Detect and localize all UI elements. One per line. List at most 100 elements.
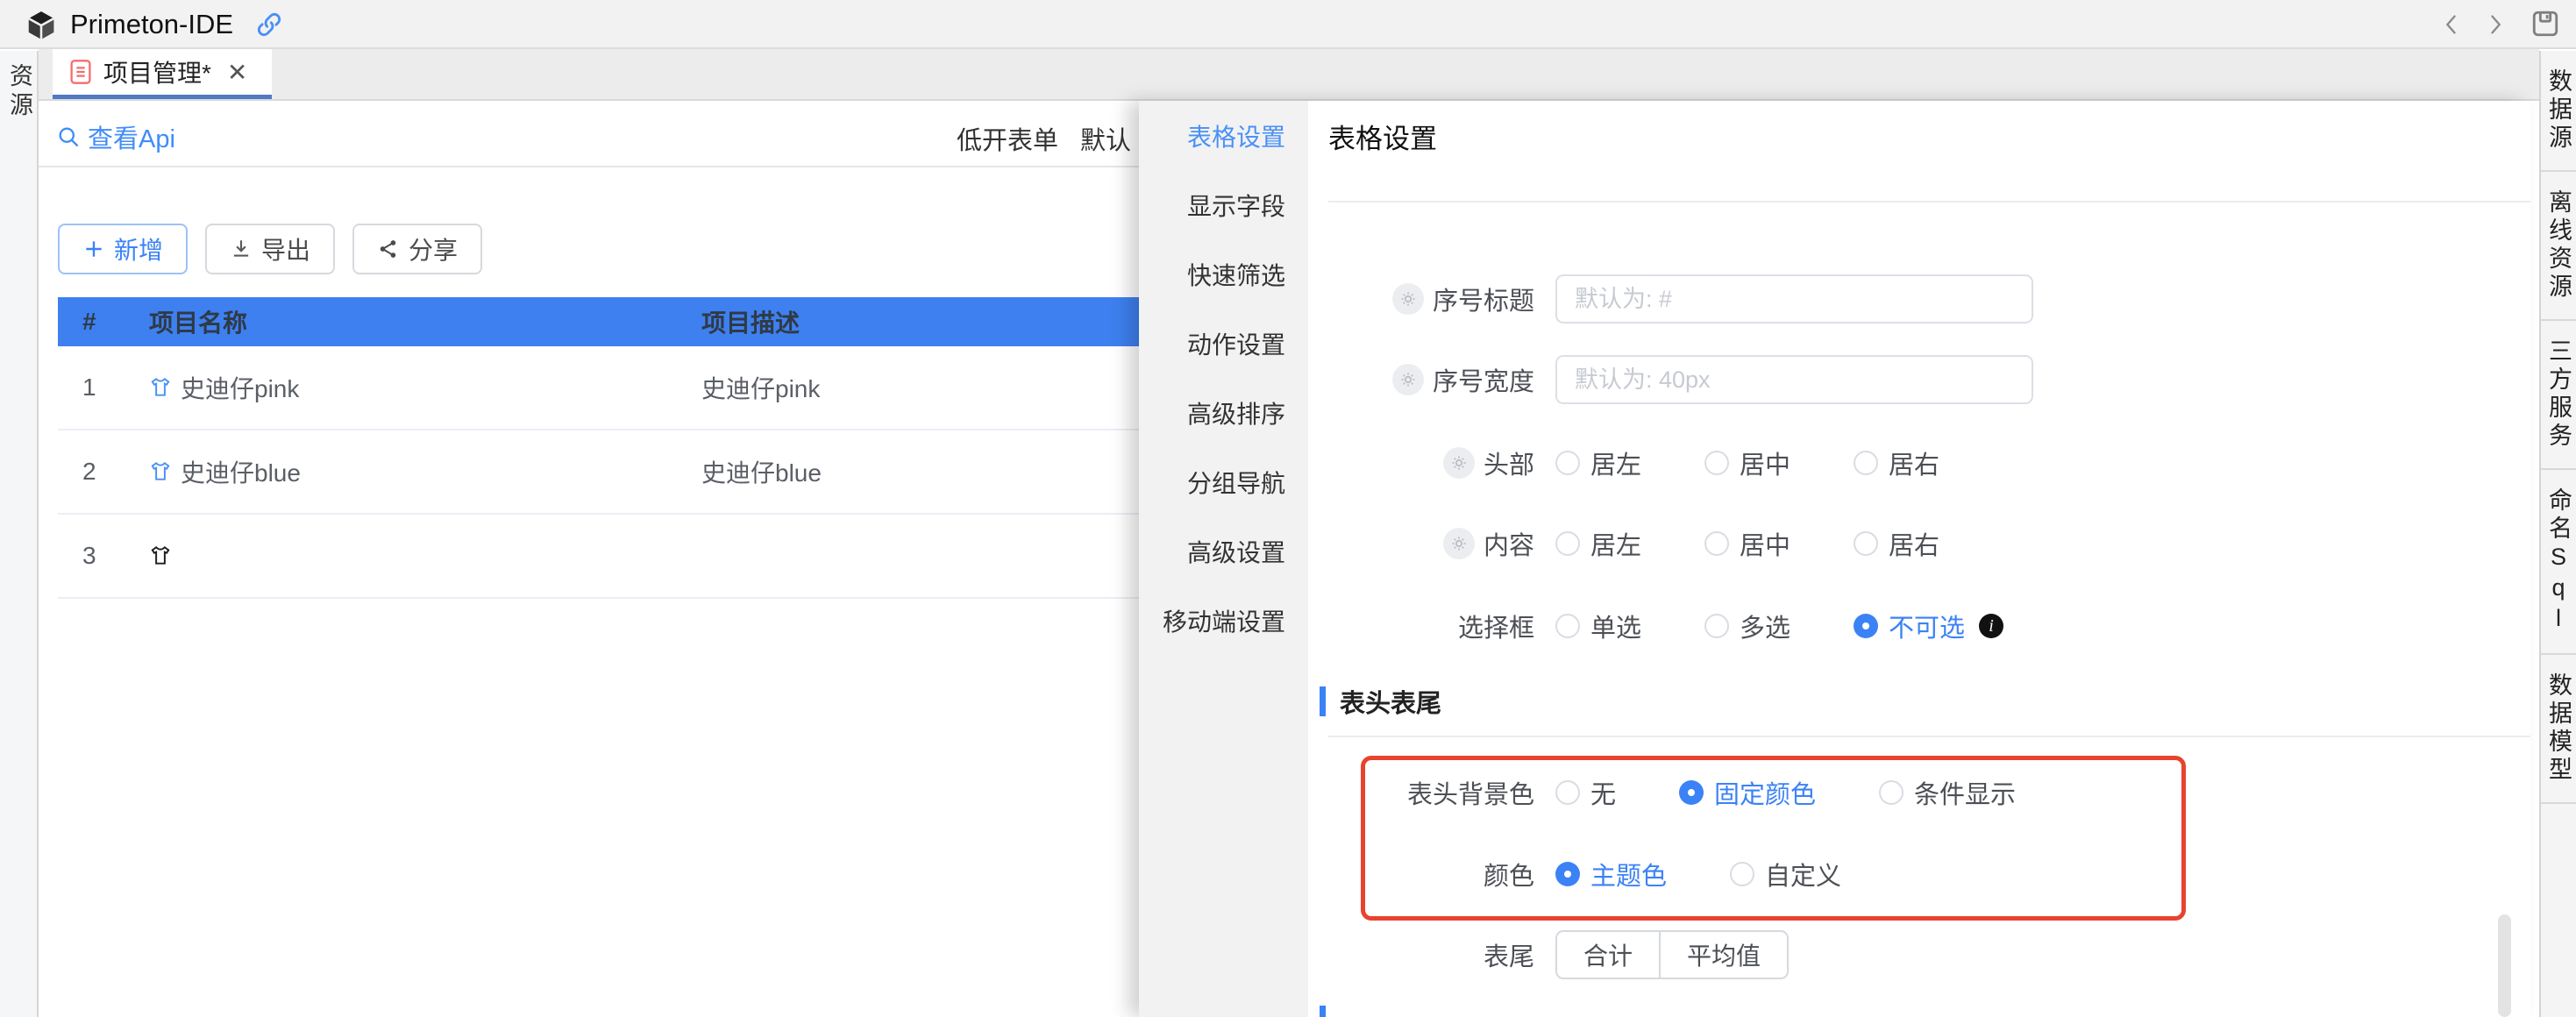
serial-title-input[interactable] (1555, 274, 2033, 324)
tab-label: 项目管理* (103, 54, 211, 89)
radio-option-multi[interactable]: 多选 (1704, 608, 1790, 644)
table-row[interactable]: 1 史迪仔pink 史迪仔pink (58, 346, 1196, 430)
radio-icon[interactable] (1555, 451, 1580, 475)
radio-option-custom[interactable]: 自定义 (1730, 856, 1841, 893)
field-label: 头部 (1308, 444, 1534, 481)
radio-option-right[interactable]: 居右 (1854, 444, 1939, 481)
radio-option-theme-color[interactable]: 主题色 (1555, 856, 1667, 893)
sidebar-item-offline-resources[interactable]: 离线资源 (2541, 172, 2576, 321)
nav-forward-icon[interactable] (2483, 12, 2508, 37)
add-button[interactable]: 新增 (58, 224, 188, 274)
radio-option-single[interactable]: 单选 (1555, 608, 1641, 644)
radio-icon[interactable] (1704, 614, 1729, 638)
menu-item-advanced-settings[interactable]: 高级设置 (1139, 516, 1308, 586)
cell-name: 史迪仔pink (125, 370, 677, 405)
settings-body: 表格设置 序号标题 (1308, 101, 2530, 1017)
field-label: 内容 (1308, 525, 1534, 562)
form-icon (68, 59, 93, 85)
view-api-link[interactable]: 查看Api (56, 118, 175, 155)
scrollbar-thumb[interactable] (2498, 914, 2511, 1017)
sidebar-item-data-model[interactable]: 数据模型 (2541, 655, 2576, 804)
gear-icon[interactable] (1443, 447, 1475, 479)
radio-icon-selected[interactable] (1555, 862, 1580, 886)
default-label[interactable]: 默认 (1080, 120, 1131, 157)
sidebar-item-named-sql[interactable]: 命名Sql (2541, 470, 2576, 655)
radio-icon[interactable] (1730, 862, 1754, 886)
shirt-icon (149, 460, 172, 483)
sidebar-item-third-party-services[interactable]: 三方服务 (2541, 321, 2576, 470)
title-bar: Primeton-IDE (0, 0, 2576, 49)
radio-option-center[interactable]: 居中 (1704, 444, 1790, 481)
radio-icon[interactable] (1854, 451, 1878, 475)
radio-option-center[interactable]: 居中 (1704, 525, 1790, 562)
tab-project-management[interactable]: 项目管理* ✕ (53, 49, 272, 99)
radio-option-none[interactable]: 不可选 i (1854, 608, 2003, 644)
table-row[interactable]: 3 (58, 515, 1196, 599)
col-header-index[interactable]: # (58, 308, 125, 336)
radio-icon[interactable] (1704, 531, 1729, 556)
search-icon (56, 124, 81, 149)
gear-icon[interactable] (1392, 283, 1424, 315)
field-label: 序号标题 (1308, 281, 1534, 317)
radio-option-left[interactable]: 居左 (1555, 444, 1641, 481)
nav-back-icon[interactable] (2439, 12, 2464, 37)
radio-option-fixed-color[interactable]: 固定颜色 (1679, 774, 1816, 811)
radio-option-conditional[interactable]: 条件显示 (1879, 774, 2016, 811)
col-header-name[interactable]: 项目名称 (125, 304, 677, 339)
serial-title-row: 序号标题 (1308, 274, 2530, 324)
menu-item-table-settings[interactable]: 表格设置 (1139, 101, 1308, 170)
field-label: 序号宽度 (1308, 361, 1534, 398)
col-header-desc[interactable]: 项目描述 (677, 304, 1196, 339)
shirt-icon (149, 544, 172, 567)
menu-item-display-fields[interactable]: 显示字段 (1139, 170, 1308, 239)
tab-close-icon[interactable]: ✕ (227, 58, 247, 87)
cell-name: 史迪仔blue (125, 454, 677, 489)
footer-button-group: 合计 平均值 (1555, 930, 1789, 979)
header-align-row: 头部 居左 居中 居右 (1308, 437, 2530, 488)
cell-name (125, 544, 677, 567)
menu-item-group-nav[interactable]: 分组导航 (1139, 447, 1308, 516)
field-label: 选择框 (1308, 608, 1534, 644)
settings-title: 表格设置 (1328, 117, 1437, 156)
radio-icon[interactable] (1854, 531, 1878, 556)
next-section-indicator (1320, 1006, 1326, 1017)
divider (1328, 736, 2530, 737)
project-table: # 项目名称 项目描述 1 史迪仔pink 史迪仔pink 2 (58, 297, 1196, 599)
menu-item-action-settings[interactable]: 动作设置 (1139, 309, 1308, 378)
average-button[interactable]: 平均值 (1659, 930, 1789, 979)
info-icon[interactable]: i (1979, 614, 2003, 638)
serial-width-input[interactable] (1555, 355, 2033, 404)
radio-icon[interactable] (1879, 780, 1904, 805)
radio-option-none[interactable]: 无 (1555, 774, 1616, 811)
gear-icon[interactable] (1443, 528, 1475, 559)
sum-button[interactable]: 合计 (1555, 930, 1659, 979)
radio-option-right[interactable]: 居右 (1854, 525, 1939, 562)
radio-icon-selected[interactable] (1679, 780, 1704, 805)
radio-icon[interactable] (1555, 614, 1580, 638)
menu-item-mobile-settings[interactable]: 移动端设置 (1139, 586, 1308, 655)
field-label: 表头背景色 (1308, 774, 1534, 811)
cell-index: 1 (58, 373, 125, 402)
section-header-footer: 表头表尾 (1320, 683, 1441, 720)
menu-item-quick-filter[interactable]: 快速筛选 (1139, 239, 1308, 309)
form-type-label[interactable]: 低开表单 (957, 120, 1058, 157)
sidebar-item-datasource[interactable]: 数据源 (2541, 51, 2576, 172)
cell-index: 3 (58, 542, 125, 570)
radio-option-left[interactable]: 居左 (1555, 525, 1641, 562)
left-sidebar: 资源 (0, 51, 39, 1017)
share-button[interactable]: 分享 (352, 224, 482, 274)
primeton-ide-window: Primeton-IDE 资源 项目管理* (0, 0, 2576, 1017)
table-row[interactable]: 2 史迪仔blue 史迪仔blue (58, 430, 1196, 515)
radio-icon[interactable] (1704, 451, 1729, 475)
menu-item-advanced-sort[interactable]: 高级排序 (1139, 378, 1308, 447)
radio-icon[interactable] (1555, 780, 1580, 805)
export-button[interactable]: 导出 (205, 224, 335, 274)
link-icon[interactable] (256, 11, 282, 38)
save-icon[interactable] (2530, 9, 2560, 39)
sidebar-item-resources[interactable]: 资源 (0, 63, 37, 121)
radio-icon-selected[interactable] (1854, 614, 1878, 638)
gear-icon[interactable] (1392, 364, 1424, 395)
footer-row: 表尾 合计 平均值 (1308, 929, 2530, 980)
radio-icon[interactable] (1555, 531, 1580, 556)
field-label: 表尾 (1308, 936, 1534, 973)
